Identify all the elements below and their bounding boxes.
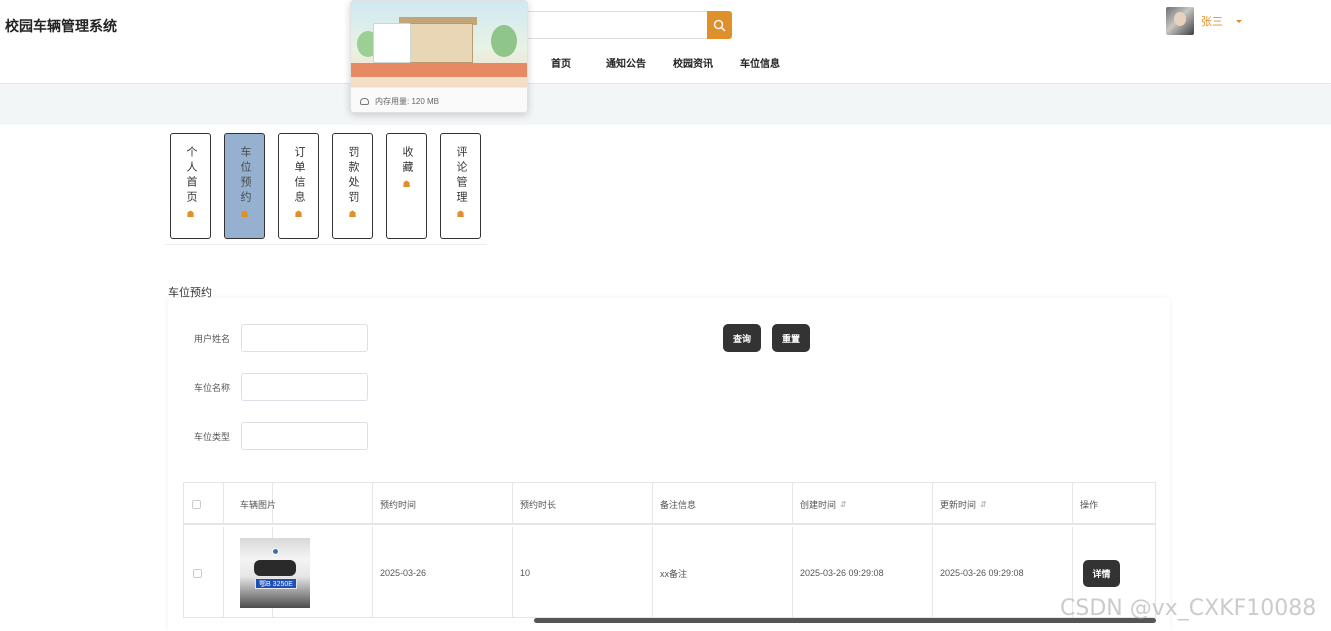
search-icon (713, 19, 726, 31)
detail-button[interactable]: 详情 (1083, 559, 1120, 587)
tab-label: 个人首页 (185, 146, 197, 206)
avatar (1166, 7, 1194, 35)
home-icon: ☗ (294, 209, 303, 219)
tabs-divider (165, 244, 487, 245)
search-input[interactable] (520, 11, 708, 39)
chevron-down-icon (1236, 19, 1242, 23)
username-label: 用户姓名 (194, 333, 231, 344)
column-header-sortable[interactable]: 创建时间 ⇵ (793, 483, 933, 525)
column-header: 操作 (1080, 499, 1099, 510)
duration-cell: 10 (513, 527, 653, 617)
user-menu[interactable]: 张三 (1166, 7, 1242, 35)
table-header: 车辆图片 预约时间 预约时长 备注信息 创建时间 ⇵ 更新时间 ⇵ 操作 (184, 483, 1155, 525)
nav-notice[interactable]: 通知公告 (606, 55, 646, 70)
column-header: 车辆图片 (233, 483, 373, 525)
nav-news[interactable]: 校园资讯 (673, 55, 713, 70)
reserve-time-cell: 2025-03-26 (373, 527, 513, 617)
tab-parking-reservation[interactable]: 车位预约 ☗ (224, 133, 265, 239)
tab-fines[interactable]: 罚款处罚 ☗ (332, 133, 373, 239)
column-header: 预约时间 (373, 483, 513, 525)
memory-icon (360, 97, 369, 105)
vehicle-image-cell: 鄂B 3250E (233, 527, 373, 617)
form-row-space-type: 车位类型 (194, 422, 368, 450)
row-select-cell (184, 527, 224, 617)
tab-label: 车位预约 (239, 146, 251, 206)
memory-usage-text: 内存用量: 120 MB (375, 96, 440, 106)
nav-home[interactable]: 首页 (551, 55, 571, 70)
tab-label: 收藏 (401, 146, 413, 176)
search-button[interactable] (707, 11, 732, 39)
space-name-field[interactable] (241, 373, 368, 401)
tab-label: 评论管理 (455, 146, 467, 206)
center-tabs: 个人首页 ☗ 车位预约 ☗ 订单信息 ☗ 罚款处罚 ☗ 收藏 ☗ 评论管理 ☗ (170, 133, 494, 239)
reset-button[interactable]: 重置 (772, 324, 810, 352)
tab-favorites[interactable]: 收藏 ☗ (386, 133, 427, 239)
column-header: 备注信息 (653, 483, 793, 525)
tab-label: 罚款处罚 (347, 146, 359, 206)
form-row-username: 用户姓名 (194, 324, 368, 352)
memory-usage: 内存用量: 120 MB (351, 87, 527, 112)
column-header: 更新时间 (940, 499, 977, 510)
remark-cell: xx备注 (653, 527, 793, 617)
vehicle-image[interactable]: 鄂B 3250E (240, 538, 310, 608)
column-header: 预约时长 (513, 483, 653, 525)
license-plate: 鄂B 3250E (255, 578, 297, 589)
username-field[interactable] (241, 324, 368, 352)
tab-preview-popup: 内存用量: 120 MB (350, 0, 528, 113)
username: 张三 (1201, 16, 1223, 28)
tab-label: 订单信息 (293, 146, 305, 206)
nav-parking-info[interactable]: 车位信息 (740, 55, 780, 70)
column-header-sortable[interactable]: 更新时间 ⇵ (933, 483, 1073, 525)
site-title: 校园车辆管理系统 (5, 18, 117, 34)
home-icon: ☗ (402, 179, 411, 189)
created-cell: 2025-03-26 09:29:08 (793, 527, 933, 617)
sort-icon[interactable]: ⇵ (980, 500, 987, 509)
home-icon: ☗ (348, 209, 357, 219)
car-logo (272, 548, 279, 555)
space-name-label: 车位名称 (194, 382, 231, 393)
form-row-space-name: 车位名称 (194, 373, 368, 401)
tab-comments[interactable]: 评论管理 ☗ (440, 133, 481, 239)
space-type-field[interactable] (241, 422, 368, 450)
content-panel: 用户姓名 车位名称 车位类型 查询 重置 车辆图片 预约时间 预约时长 备注信息… (168, 298, 1170, 631)
car-grille (254, 560, 296, 576)
space-type-label: 车位类型 (194, 431, 231, 442)
home-icon: ☗ (240, 209, 249, 219)
row-checkbox[interactable] (193, 568, 202, 578)
updated-cell: 2025-03-26 09:29:08 (933, 527, 1073, 617)
tab-profile[interactable]: 个人首页 ☗ (170, 133, 211, 239)
select-all-cell (184, 483, 224, 525)
header-band (0, 85, 1331, 125)
select-all-checkbox[interactable] (192, 499, 201, 509)
query-button[interactable]: 查询 (723, 324, 761, 352)
reservation-table: 车辆图片 预约时间 预约时长 备注信息 创建时间 ⇵ 更新时间 ⇵ 操作 鄂B … (183, 482, 1156, 618)
home-icon: ☗ (186, 209, 195, 219)
watermark: CSDN @vx_CXKF10088 (1060, 596, 1317, 621)
top-header: 校园车辆管理系统 首页 通知公告 校园资讯 车位信息 张三 (0, 0, 1331, 84)
page-preview-image (351, 1, 527, 87)
sort-icon[interactable]: ⇵ (840, 500, 847, 509)
main-nav: 首页 通知公告 校园资讯 车位信息 (540, 55, 807, 70)
tab-orders[interactable]: 订单信息 ☗ (278, 133, 319, 239)
column-header: 创建时间 (800, 499, 837, 510)
home-icon: ☗ (456, 209, 465, 219)
